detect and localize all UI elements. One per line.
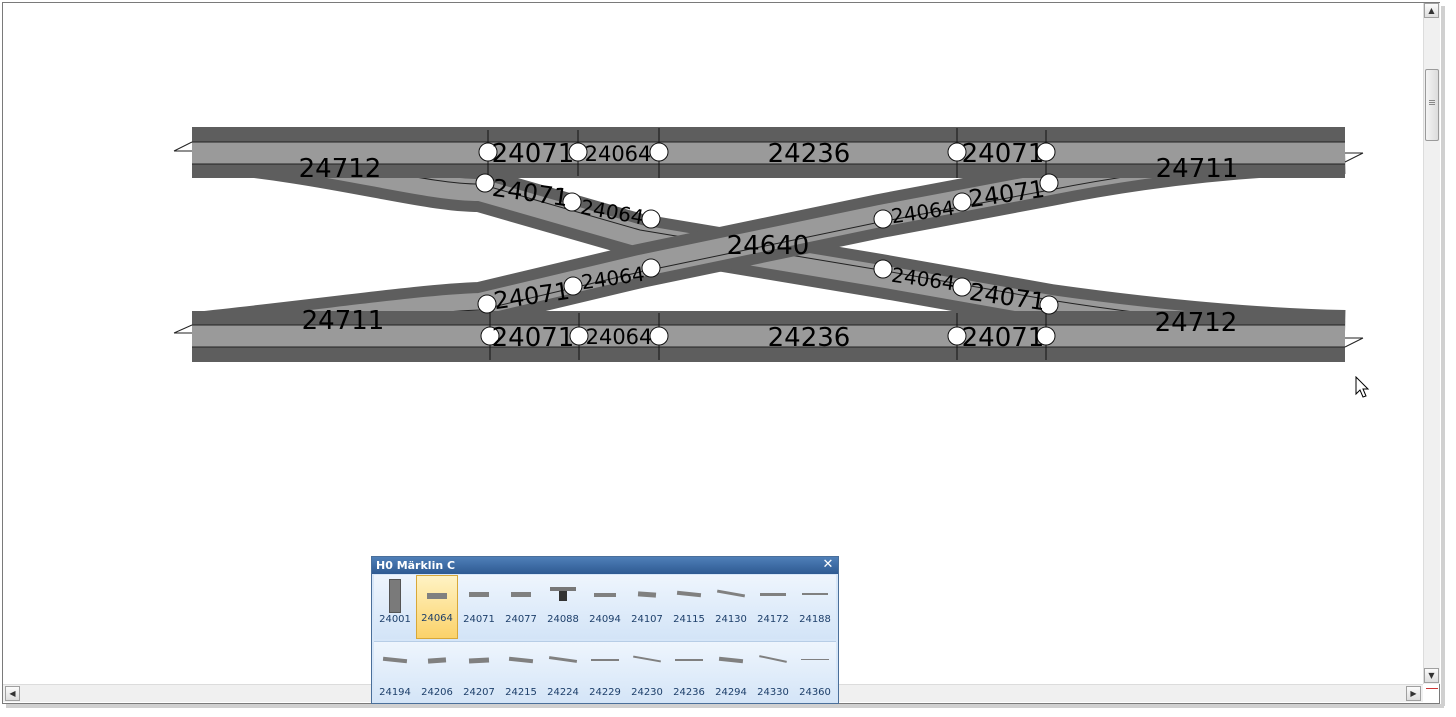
left-arrow-icon: ◀ (9, 688, 16, 698)
palette-row-2: 24194 24206 24207 24215 24224 24229 2423… (374, 641, 836, 703)
mouse-pointer-icon (1355, 376, 1370, 398)
palette-item-24001[interactable]: 24001 (374, 575, 416, 639)
scrollbar-corner (1424, 686, 1440, 702)
track-palette-panel[interactable]: H0 Märklin C ✕ 24001 24064 24071 24077 2… (371, 556, 839, 704)
track-piece-icon (802, 593, 828, 595)
track-piece-icon (760, 593, 786, 596)
track-piece-icon (468, 657, 490, 664)
track-piece-icon (389, 579, 401, 613)
palette-item-24230[interactable]: 24230 (626, 642, 668, 703)
track-piece-icon (427, 593, 447, 599)
buffer-stop-base-icon (559, 591, 567, 601)
palette-item-24229[interactable]: 24229 (584, 642, 626, 703)
track-piece-icon (548, 656, 578, 663)
close-icon[interactable]: ✕ (821, 558, 835, 572)
right-arrow-icon: ▶ (1410, 688, 1417, 698)
vertical-scrollbar[interactable]: ▲ ▼ (1423, 3, 1440, 684)
label-crossing: 24640 (727, 231, 810, 261)
palette-item-24236[interactable]: 24236 (668, 642, 710, 703)
palette-item-24294[interactable]: 24294 (710, 642, 752, 703)
palette-item-24172[interactable]: 24172 (752, 575, 794, 639)
palette-item-24188[interactable]: 24188 (794, 575, 836, 639)
label-bottom-right-turnout: 24712 (1155, 308, 1238, 338)
label-bottom-left-turnout: 24711 (302, 306, 385, 336)
label-bottom-mid: 24236 (768, 323, 851, 353)
label-bottom-r1: 24071 (962, 323, 1045, 353)
palette-item-24130[interactable]: 24130 (710, 575, 752, 639)
label-top-right-turnout: 24711 (1156, 154, 1239, 184)
up-arrow-icon: ▲ (1428, 5, 1435, 15)
palette-item-24094[interactable]: 24094 (584, 575, 626, 639)
palette-title: H0 Märklin C (376, 559, 456, 572)
scroll-left-button[interactable]: ◀ (5, 686, 20, 701)
palette-titlebar[interactable]: H0 Märklin C ✕ (372, 557, 838, 574)
track-piece-icon (718, 656, 744, 664)
label-top-r1: 24071 (962, 139, 1045, 169)
palette-item-24077[interactable]: 24077 (500, 575, 542, 639)
track-piece-icon (594, 593, 616, 597)
track-piece-icon (759, 655, 787, 663)
label-top-l2: 24064 (585, 142, 652, 166)
track-piece-icon (801, 659, 829, 660)
vertical-scroll-thumb[interactable] (1425, 69, 1439, 141)
palette-item-24194[interactable]: 24194 (374, 642, 416, 703)
track-piece-icon (633, 655, 661, 663)
scroll-up-button[interactable]: ▲ (1424, 3, 1439, 18)
window-shadow-bottom (6, 704, 1444, 708)
down-arrow-icon: ▼ (1428, 670, 1435, 680)
track-piece-icon (511, 592, 531, 597)
label-top-l1: 24071 (492, 139, 575, 169)
palette-item-24330[interactable]: 24330 (752, 642, 794, 703)
palette-item-24360[interactable]: 24360 (794, 642, 836, 703)
label-bottom-l2: 24064 (586, 325, 653, 349)
track-piece-icon (382, 656, 408, 664)
track-piece-icon (676, 590, 702, 598)
palette-item-24207[interactable]: 24207 (458, 642, 500, 703)
track-piece-icon (508, 656, 534, 664)
palette-item-24115[interactable]: 24115 (668, 575, 710, 639)
scroll-down-button[interactable]: ▼ (1424, 668, 1439, 683)
palette-item-24071[interactable]: 24071 (458, 575, 500, 639)
palette-item-24107[interactable]: 24107 (626, 575, 668, 639)
track-piece-icon (675, 659, 703, 661)
palette-item-24088[interactable]: 24088 (542, 575, 584, 639)
track-piece-icon (427, 657, 447, 664)
track-piece-icon (716, 589, 746, 598)
palette-item-24215[interactable]: 24215 (500, 642, 542, 703)
palette-item-24224[interactable]: 24224 (542, 642, 584, 703)
track-piece-icon (637, 591, 657, 598)
label-top-left-turnout: 24712 (299, 154, 382, 184)
palette-row-1: 24001 24064 24071 24077 24088 24094 2410… (374, 575, 836, 639)
label-bottom-l1: 24071 (492, 323, 575, 353)
track-piece-icon (591, 659, 619, 661)
label-top-mid: 24236 (768, 139, 851, 169)
track-piece-icon (469, 592, 489, 597)
scroll-right-button[interactable]: ▶ (1406, 686, 1421, 701)
palette-item-24064[interactable]: 24064 (416, 575, 458, 639)
window-shadow-right (1441, 6, 1445, 706)
palette-item-24206[interactable]: 24206 (416, 642, 458, 703)
